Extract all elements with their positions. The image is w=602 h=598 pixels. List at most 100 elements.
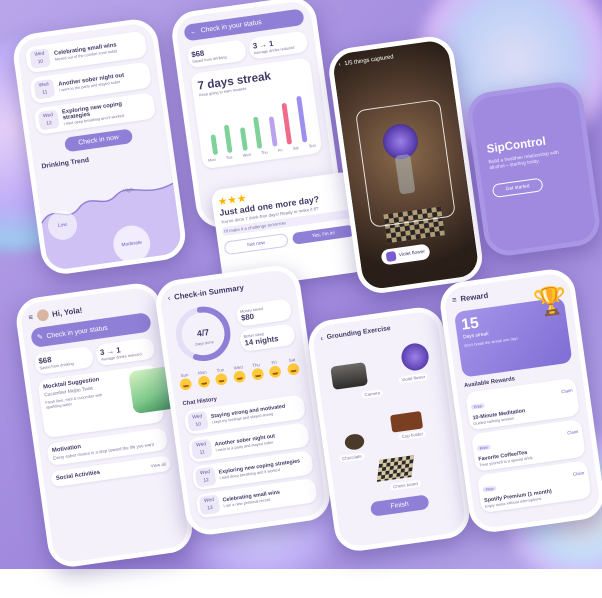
mood-day-label: Sun (180, 372, 189, 379)
mood-day-label: Wed (233, 364, 243, 371)
streak-banner: 15 Days streak Don't break the streak on… (453, 284, 573, 378)
emoji-face-icon (250, 367, 265, 381)
reward-tag: Free (482, 485, 497, 493)
arrow-left-icon: ← (189, 28, 198, 36)
social-title: Social Activities (55, 469, 101, 482)
streak-bar (295, 95, 308, 143)
camera-object[interactable] (330, 362, 369, 390)
date-day: Wed (199, 469, 211, 477)
phone-splash: SipControl Build a healthier relationshi… (464, 79, 602, 259)
date-day: Wed (195, 441, 207, 449)
date-box: Wed 12 (37, 109, 60, 131)
flower-object[interactable] (399, 341, 431, 373)
chat-history-list: Wed 10 Staying strong and motivated I kept … (183, 394, 318, 519)
date-box: Wed 11 (190, 438, 213, 460)
menu-icon[interactable]: ≡ (28, 312, 34, 321)
check-in-status-label: Check in your status (200, 19, 263, 35)
progress-label: Days done (195, 339, 214, 347)
emoji-face-icon (232, 370, 247, 384)
grounding-item-label: Violet flower (398, 372, 429, 384)
streak-day-label: Wed (242, 151, 251, 158)
streak-bar (210, 134, 219, 156)
streak-bar (281, 102, 293, 145)
mood-day[interactable]: Mon (196, 369, 211, 393)
home-check-in-label: Check in your status (46, 324, 109, 340)
progress-ring: 4/7 Days done (176, 306, 231, 362)
reward-title: Reward (459, 290, 489, 304)
grounding-item-label: Chess board (389, 479, 422, 491)
chess-board-object[interactable] (376, 455, 415, 482)
streak-day-label: Sat (292, 145, 299, 151)
avg-card: 3 → 1 Average drinks reduced (247, 30, 309, 60)
flower-thumb-icon (385, 251, 397, 262)
date-box: Wed 11 (33, 78, 56, 100)
claim-button[interactable]: Claim (561, 388, 573, 394)
home-saved-card: $68 Saved from drinking (33, 345, 95, 375)
date-box: Wed 10 (29, 48, 51, 69)
date-num: 11 (199, 449, 206, 456)
sleep-card: Better sleep 14 nights (238, 323, 296, 352)
phone-history: Wed 10 Celebrating small wins Moved out o… (10, 16, 189, 277)
menu-icon[interactable]: ≡ (452, 295, 458, 304)
emoji-face-icon (197, 375, 211, 389)
object-label: Violet flower (398, 248, 426, 259)
grounding-item-label: Camera (361, 388, 384, 399)
check-in-now-button[interactable]: Check in now (63, 128, 134, 153)
get-started-button[interactable]: Get started (491, 177, 544, 199)
mood-day[interactable]: Thu (250, 362, 265, 386)
chocolate-object[interactable] (343, 432, 366, 451)
greeting: Hi, Yola! (51, 305, 83, 319)
streak-day-label: Tue (225, 154, 233, 161)
mood-day[interactable]: Tue (214, 367, 229, 391)
grounding-item-label: Cup holder (398, 429, 427, 441)
mood-day-label: Fri (271, 359, 277, 366)
emoji-face-icon (286, 362, 300, 376)
emoji-face-icon (179, 377, 193, 391)
claim-button[interactable]: Claim (573, 470, 585, 476)
date-num: 10 (195, 421, 202, 428)
date-num: 12 (203, 477, 210, 484)
mockup-stage: Wed 10 Celebrating small wins Moved out o… (0, 0, 602, 598)
not-now-button[interactable]: Not now (223, 232, 289, 256)
edit-icon: ✎ (36, 333, 44, 342)
mood-day[interactable]: Sat (286, 357, 301, 381)
date-num: 13 (206, 504, 214, 512)
confirm-challenge-button[interactable]: Yes, I'm in! (291, 224, 355, 245)
claim-button[interactable]: Claim (567, 429, 579, 435)
mood-day[interactable]: Fri (268, 359, 283, 383)
social-view-all-link[interactable]: View all (150, 461, 166, 468)
streak-bar (224, 124, 233, 154)
streak-bar (253, 116, 263, 149)
streak-day-label: Thu (260, 149, 268, 156)
emoji-face-icon (268, 365, 282, 379)
streak-day-label: Fri (277, 147, 283, 153)
grounding-item-label: Chocolate (338, 452, 366, 463)
streak-card: 7 days streak Keep going to earn rewards… (190, 57, 323, 170)
cup-holder-object[interactable] (389, 411, 424, 433)
date-day: Wed (203, 496, 215, 505)
reward-tag: Free (470, 403, 486, 410)
mocktail-card[interactable]: Mocktail Suggestion Cucumber Mojito Twis… (37, 363, 177, 439)
mood-day[interactable]: Wed (232, 364, 247, 388)
back-icon[interactable]: ‹ (167, 293, 171, 302)
streak-day-label: Mon (207, 156, 216, 163)
mood-day-label: Mon (197, 369, 207, 376)
mood-day-label: Tue (216, 367, 225, 374)
mood-day-label: Sat (288, 357, 296, 363)
date-box: Wed 13 (198, 494, 221, 516)
mood-day-label: Thu (252, 362, 261, 369)
capture-frame (354, 98, 456, 228)
date-box: Wed 10 (186, 410, 209, 432)
streak-day-label: Sun (308, 142, 317, 149)
mood-day[interactable]: Sun (178, 372, 193, 396)
reward-tag: Free (476, 444, 491, 452)
saved-card: $68 Saved from drinking (186, 39, 248, 69)
avatar[interactable] (35, 308, 50, 322)
streak-bar (268, 116, 278, 147)
date-day: Wed (191, 413, 203, 421)
trophy-icon: 🏆 (531, 283, 570, 319)
reward-list: Free 10-Minute Meditation Guided calming s… (465, 377, 592, 514)
drinking-trend-title: Drinking Trend (41, 156, 90, 171)
streak-bar (239, 127, 248, 151)
back-icon[interactable]: ‹ (338, 62, 341, 68)
